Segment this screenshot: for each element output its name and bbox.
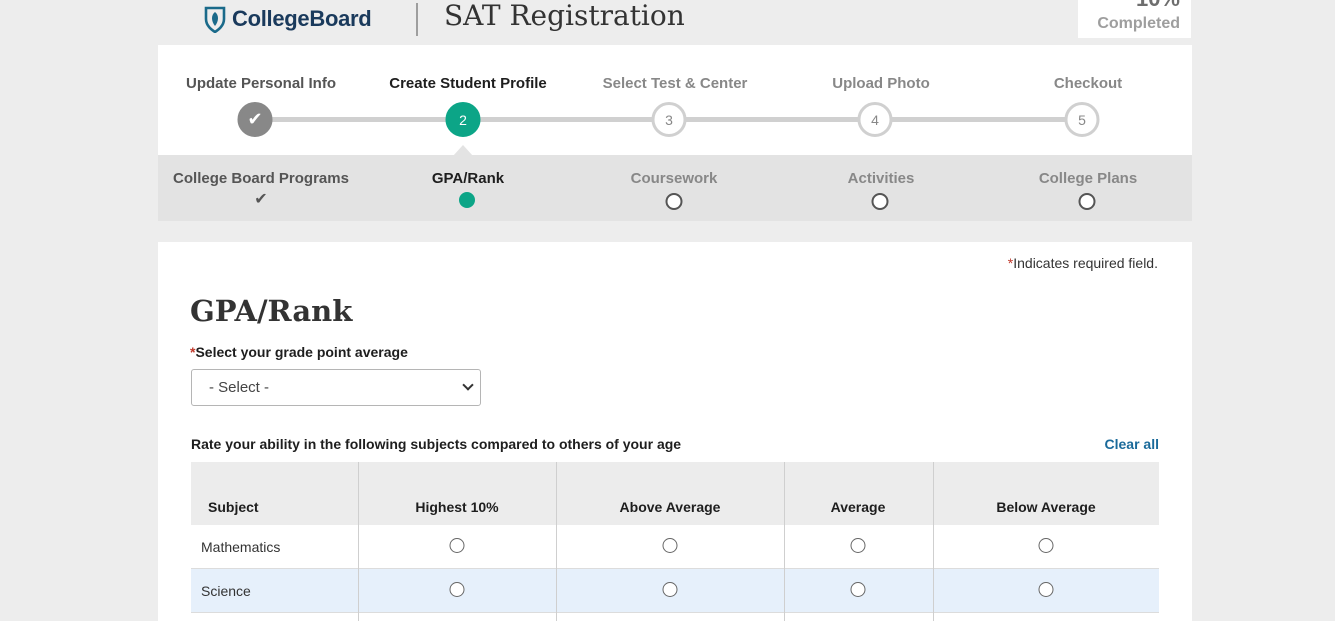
radio-math-below-average[interactable] — [1038, 538, 1054, 553]
brand-name: CollegeBoard — [232, 6, 372, 31]
column-divider — [556, 462, 557, 621]
step-create-student-profile-label: Create Student Profile — [389, 75, 547, 92]
gpa-select[interactable]: - Select - — [191, 369, 481, 406]
step-checkout: 5 — [1064, 102, 1100, 137]
checkmark-icon: ✔ — [254, 191, 268, 208]
profile-substeps: College Board Programs ✔ GPA/Rank Course… — [158, 155, 1192, 221]
table-row-mathematics: Mathematics — [191, 525, 1159, 569]
gpa-select-value: - Select - — [209, 379, 270, 396]
substep-college-board-programs-label[interactable]: College Board Programs — [173, 170, 349, 187]
progress-percent: 10% — [1136, 0, 1180, 12]
page-title: GPA/Rank — [190, 294, 353, 328]
required-note-text: Indicates required field. — [1013, 255, 1158, 271]
progress-label: Completed — [1097, 15, 1180, 32]
required-field-note: *Indicates required field. — [1008, 255, 1158, 271]
radio-science-average[interactable] — [850, 582, 866, 597]
acorn-shield-icon — [204, 6, 226, 33]
column-header-highest-10: Highest 10% — [415, 499, 499, 515]
pending-circle-icon — [1078, 193, 1096, 210]
pending-circle-icon — [665, 193, 683, 210]
clear-all-link[interactable]: Clear all — [1105, 436, 1159, 452]
step-upload-photo-label: Upload Photo — [832, 75, 930, 92]
step-update-personal-info-label[interactable]: Update Personal Info — [186, 75, 336, 92]
column-header-subject: Subject — [208, 499, 259, 515]
radio-science-above-average[interactable] — [662, 582, 678, 597]
subject-name: Science — [201, 583, 251, 599]
column-header-average: Average — [830, 499, 886, 515]
pending-circle-icon — [871, 193, 889, 210]
collegeboard-logo[interactable]: CollegeBoard — [204, 2, 372, 36]
substep-gpa-rank-label: GPA/Rank — [431, 170, 505, 187]
gpa-label-text: Select your grade point average — [195, 344, 408, 360]
step-update-personal-info[interactable]: ✔ — [237, 102, 273, 137]
header: CollegeBoard SAT Registration 10% Comple… — [0, 0, 1335, 45]
column-divider — [358, 462, 359, 621]
substep-coursework-label: Coursework — [630, 170, 718, 187]
gpa-rank-form: *Indicates required field. GPA/Rank *Sel… — [158, 242, 1192, 621]
app-title: SAT Registration — [444, 0, 685, 32]
subject-rating-label: Rate your ability in the following subje… — [191, 436, 682, 452]
radio-math-average[interactable] — [850, 538, 866, 553]
column-divider — [933, 462, 934, 621]
step-upload-photo: 4 — [857, 102, 893, 137]
substep-college-plans-label: College Plans — [1038, 170, 1138, 187]
gpa-field-label: *Select your grade point average — [190, 344, 408, 360]
checkmark-icon: ✔ — [247, 109, 263, 129]
header-divider — [416, 3, 418, 36]
active-dot-icon — [459, 192, 475, 208]
progress-indicator: 10% Completed — [1078, 0, 1191, 38]
step-create-student-profile: 2 — [445, 102, 481, 137]
table-row-science: Science — [191, 569, 1159, 613]
chevron-down-icon — [462, 379, 474, 391]
registration-steps: Update Personal Info ✔ Create Student Pr… — [158, 45, 1192, 156]
subject-name: Mathematics — [201, 539, 281, 555]
table-header: Subject Highest 10% Above Average Averag… — [191, 462, 1159, 525]
step-checkout-label: Checkout — [1053, 75, 1123, 92]
column-header-above-average: Above Average — [619, 499, 721, 515]
column-header-below-average: Below Average — [996, 499, 1096, 515]
radio-math-above-average[interactable] — [662, 538, 678, 553]
step-select-test-center-label: Select Test & Center — [602, 75, 748, 92]
radio-science-below-average[interactable] — [1038, 582, 1054, 597]
substep-activities-label: Activities — [847, 170, 915, 187]
radio-science-highest-10[interactable] — [449, 582, 465, 597]
radio-math-highest-10[interactable] — [449, 538, 465, 553]
column-divider — [784, 462, 785, 621]
step-select-test-center: 3 — [651, 102, 687, 137]
